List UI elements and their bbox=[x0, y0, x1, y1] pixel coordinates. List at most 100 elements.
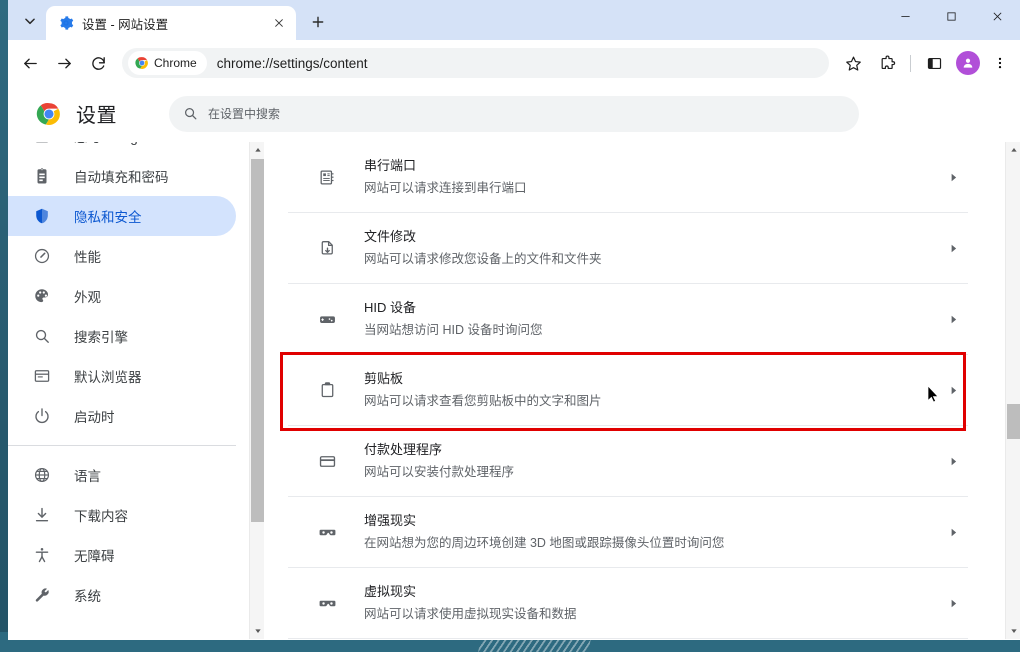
minimize-button[interactable] bbox=[882, 0, 928, 32]
scroll-down-icon[interactable] bbox=[250, 623, 264, 639]
tab-close-icon[interactable] bbox=[270, 14, 288, 32]
address-bar[interactable]: Chrome chrome://settings/content bbox=[122, 48, 829, 78]
sidebar-scroll-content: 您与 Google 自动填充和密码 隐私和安全 bbox=[8, 142, 248, 624]
row-subtitle: 当网站想访问 HID 设备时询问您 bbox=[364, 323, 543, 337]
table-row-virtual-reality[interactable]: 虚拟现实 网站可以请求使用虚拟现实设备和数据 bbox=[288, 568, 968, 639]
side-panel-icon[interactable] bbox=[918, 47, 950, 79]
table-row-file-editing[interactable]: 文件修改 网站可以请求修改您设备上的文件和文件夹 bbox=[288, 213, 968, 284]
table-row-payment-handlers[interactable]: 付款处理程序 网站可以安装付款处理程序 bbox=[288, 426, 968, 497]
table-row-augmented-reality[interactable]: 增强现实 在网站想为您的周边环境创建 3D 地图或跟踪摄像头位置时询问您 bbox=[288, 497, 968, 568]
page-title: 设置 bbox=[76, 105, 117, 127]
sidebar-item-downloads[interactable]: 下载内容 bbox=[8, 495, 236, 535]
sidebar-bottom-gap bbox=[8, 615, 248, 624]
window-controls bbox=[882, 0, 1020, 32]
row-subtitle: 网站可以请求修改您设备上的文件和文件夹 bbox=[364, 252, 602, 266]
vr-goggles-icon bbox=[316, 521, 338, 543]
sidebar-item-label: 默认浏览器 bbox=[74, 370, 142, 385]
row-title: 虚拟现实 bbox=[364, 584, 417, 599]
row-title: 付款处理程序 bbox=[364, 442, 443, 457]
clipboard-key-icon bbox=[32, 166, 52, 186]
chrome-chip-label: Chrome bbox=[154, 56, 197, 70]
forward-icon[interactable] bbox=[48, 47, 80, 79]
gear-icon bbox=[58, 15, 74, 31]
back-icon[interactable] bbox=[14, 47, 46, 79]
row-subtitle: 网站可以请求连接到串行端口 bbox=[364, 181, 527, 195]
settings-search-input[interactable]: 在设置中搜索 bbox=[169, 95, 859, 132]
row-title: 剪贴板 bbox=[364, 371, 404, 386]
settings-header: 设置 在设置中搜索 bbox=[8, 86, 1020, 142]
chrome-browser-window: 设置 - 网站设置 Chrome chrome://settings/conte… bbox=[8, 0, 1020, 640]
settings-search-placeholder: 在设置中搜索 bbox=[208, 107, 281, 121]
puzzle-icon[interactable] bbox=[871, 47, 903, 79]
row-subtitle: 网站可以请求使用虚拟现实设备和数据 bbox=[364, 607, 577, 621]
site-settings-content: 不允许网站连接到 USB 设备 串行端口 网站可以请求连接到串行端口 bbox=[264, 142, 1020, 639]
toolbar-right-actions bbox=[837, 47, 1014, 79]
row-title: HID 设备 bbox=[364, 300, 417, 315]
table-row-serial-ports[interactable]: 串行端口 网站可以请求连接到串行端口 bbox=[288, 142, 968, 213]
toolbar-divider bbox=[910, 54, 911, 72]
sidebar-item-label: 语言 bbox=[74, 469, 101, 484]
table-row-hid-devices[interactable]: HID 设备 当网站想访问 HID 设备时询问您 bbox=[288, 284, 968, 355]
chevron-right-icon[interactable] bbox=[938, 598, 968, 609]
content-scrollbar-thumb[interactable] bbox=[1007, 404, 1020, 439]
settings-sidebar: 您与 Google 自动填充和密码 隐私和安全 bbox=[8, 142, 264, 639]
chevron-right-icon[interactable] bbox=[938, 527, 968, 538]
gamepad-icon bbox=[316, 308, 338, 330]
scroll-down-icon[interactable] bbox=[1006, 623, 1020, 639]
profile-avatar[interactable] bbox=[952, 47, 984, 79]
chevron-right-icon[interactable] bbox=[938, 314, 968, 325]
sidebar-item-label: 性能 bbox=[74, 250, 101, 265]
browser-tab[interactable]: 设置 - 网站设置 bbox=[46, 6, 296, 40]
star-icon[interactable] bbox=[837, 47, 869, 79]
sidebar-item-accessibility[interactable]: 无障碍 bbox=[8, 535, 236, 575]
sidebar-scrollbar-thumb[interactable] bbox=[251, 159, 264, 522]
speedometer-icon bbox=[32, 246, 52, 266]
tab-search-icon[interactable] bbox=[16, 7, 44, 35]
chevron-right-icon[interactable] bbox=[938, 172, 968, 183]
content-scrollbar[interactable] bbox=[1005, 142, 1020, 639]
row-title: 增强现实 bbox=[364, 513, 417, 528]
search-icon bbox=[32, 326, 52, 346]
close-window-button[interactable] bbox=[974, 0, 1020, 32]
sidebar-item-appearance[interactable]: 外观 bbox=[8, 276, 236, 316]
sidebar-item-label: 系统 bbox=[74, 589, 101, 604]
chrome-logo-icon bbox=[36, 101, 62, 127]
browser-toolbar: Chrome chrome://settings/content bbox=[8, 40, 1020, 86]
sidebar-item-label: 外观 bbox=[74, 290, 101, 305]
sidebar-item-label: 下载内容 bbox=[74, 509, 128, 524]
scroll-up-icon[interactable] bbox=[250, 142, 264, 158]
row-subtitle: 网站可以请求查看您剪贴板中的文字和图片 bbox=[364, 394, 602, 408]
file-edit-icon bbox=[316, 237, 338, 259]
browser-window-icon bbox=[32, 366, 52, 386]
sidebar-item-autofill[interactable]: 自动填充和密码 bbox=[8, 156, 236, 196]
maximize-button[interactable] bbox=[928, 0, 974, 32]
sidebar-item-default-browser[interactable]: 默认浏览器 bbox=[8, 356, 236, 396]
row-subtitle: 网站可以安装付款处理程序 bbox=[364, 465, 515, 479]
reload-icon[interactable] bbox=[82, 47, 114, 79]
sidebar-item-on-startup[interactable]: 启动时 bbox=[8, 396, 236, 436]
sidebar-item-you-and-google[interactable]: 您与 Google bbox=[8, 142, 236, 156]
table-row-clipboard[interactable]: 剪贴板 网站可以请求查看您剪贴板中的文字和图片 bbox=[288, 355, 968, 426]
sidebar-item-search-engine[interactable]: 搜索引擎 bbox=[8, 316, 236, 356]
chevron-right-icon[interactable] bbox=[938, 385, 968, 396]
sidebar-item-languages[interactable]: 语言 bbox=[8, 455, 236, 495]
kebab-menu-icon[interactable] bbox=[986, 47, 1014, 79]
settings-body: 您与 Google 自动填充和密码 隐私和安全 bbox=[8, 142, 1020, 639]
chevron-right-icon[interactable] bbox=[938, 243, 968, 254]
url-text[interactable]: chrome://settings/content bbox=[217, 56, 368, 71]
clipboard-icon bbox=[316, 379, 338, 401]
row-subtitle: 在网站想为您的周边环境创建 3D 地图或跟踪摄像头位置时询问您 bbox=[364, 536, 725, 550]
row-title: 文件修改 bbox=[364, 229, 417, 244]
sidebar-item-performance[interactable]: 性能 bbox=[8, 236, 236, 276]
search-icon bbox=[184, 107, 197, 120]
scroll-up-icon[interactable] bbox=[1006, 142, 1020, 158]
chevron-right-icon[interactable] bbox=[938, 456, 968, 467]
new-tab-button[interactable] bbox=[304, 8, 332, 36]
sidebar-item-label: 搜索引擎 bbox=[74, 330, 128, 345]
sidebar-scrollbar[interactable] bbox=[249, 142, 264, 639]
sidebar-item-privacy-and-security[interactable]: 隐私和安全 bbox=[8, 196, 236, 236]
row-title: 串行端口 bbox=[364, 158, 417, 173]
permissions-card: 不允许网站连接到 USB 设备 串行端口 网站可以请求连接到串行端口 bbox=[288, 142, 968, 639]
sidebar-item-system[interactable]: 系统 bbox=[8, 575, 236, 615]
tab-title: 设置 - 网站设置 bbox=[82, 17, 169, 32]
